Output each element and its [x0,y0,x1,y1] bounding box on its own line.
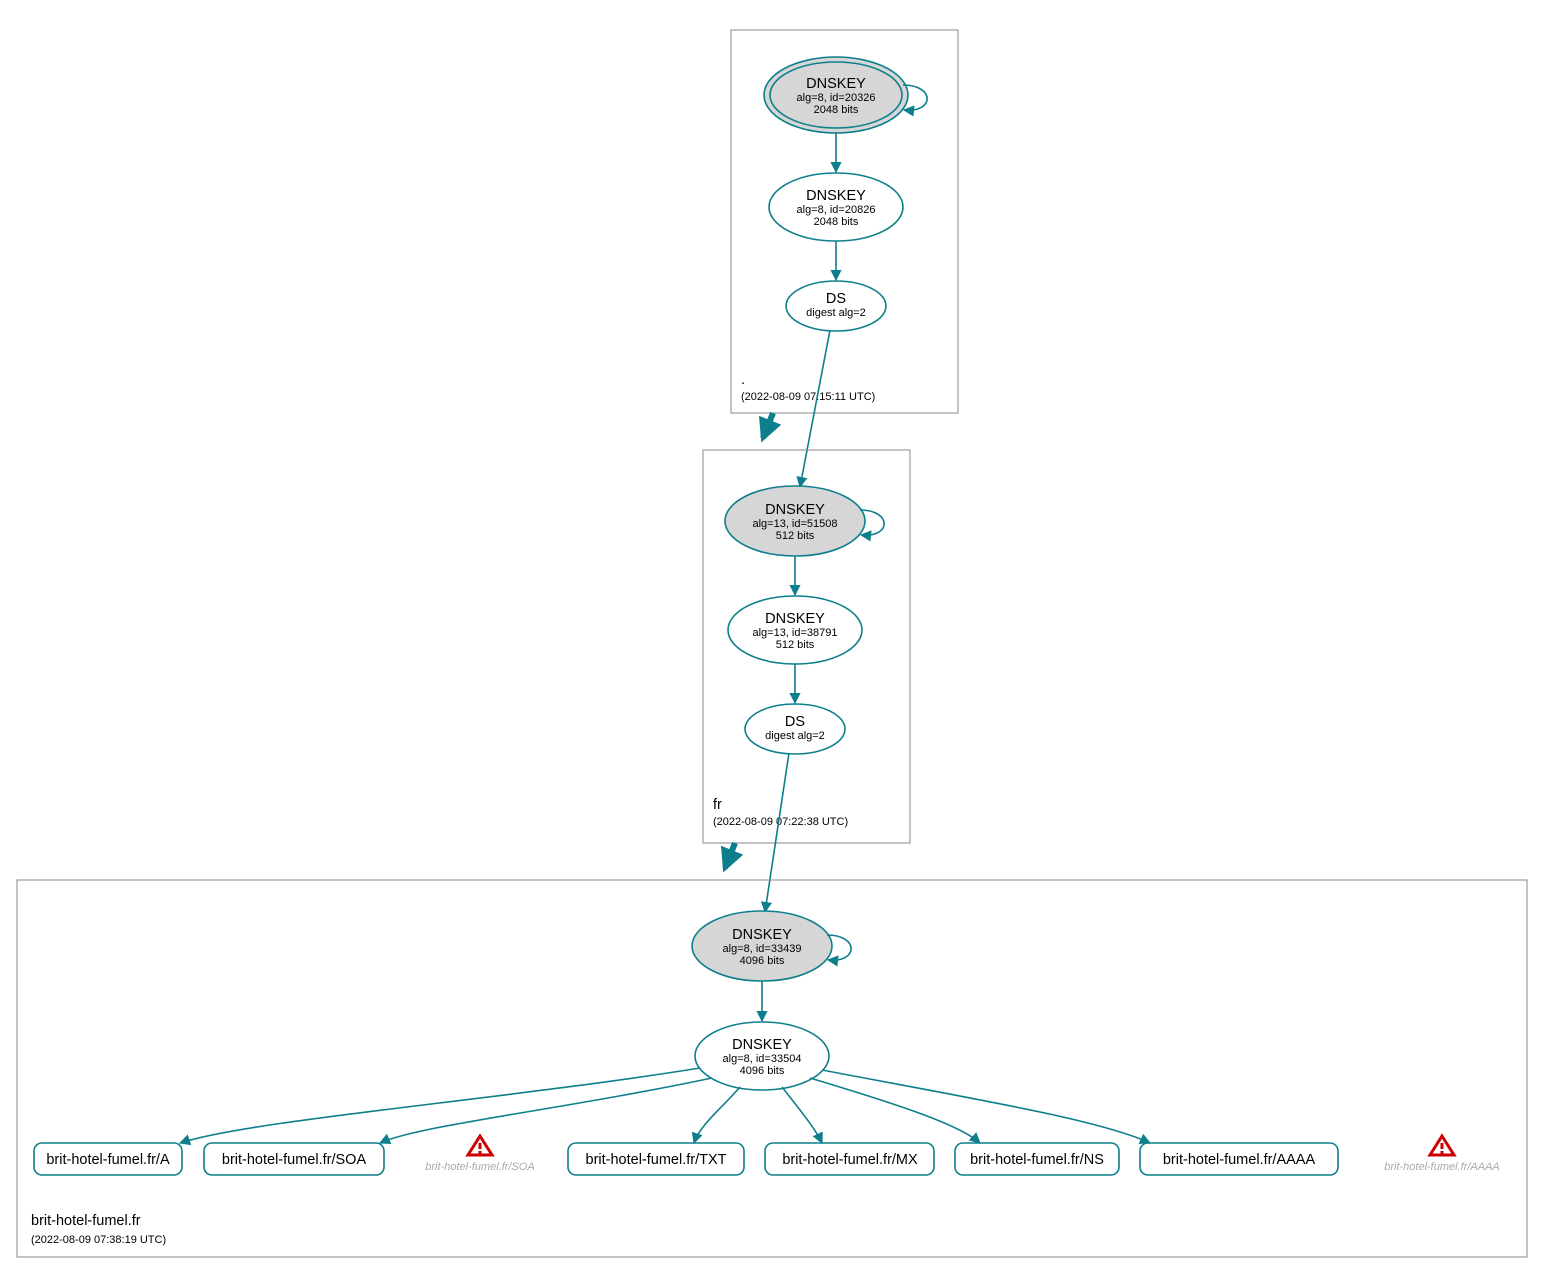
rrset-mx: brit-hotel-fumel.fr/MX [765,1143,934,1175]
node-fr-ds: DS digest alg=2 [745,704,845,754]
edge-zsk-ns [810,1078,980,1143]
dnssec-diagram: . (2022-08-09 07:15:11 UTC) DNSKEY alg=8… [0,0,1541,1278]
zone-root-label: . [741,372,745,388]
rrset-soa: brit-hotel-fumel.fr/SOA [204,1143,384,1175]
svg-text:alg=8, id=33504: alg=8, id=33504 [723,1053,802,1065]
edge-fr-ds-domain-ksk [765,753,789,912]
zone-root-timestamp: (2022-08-09 07:15:11 UTC) [741,391,875,403]
rrset-aaaa: brit-hotel-fumel.fr/AAAA [1140,1143,1338,1175]
svg-text:DS: DS [785,714,805,730]
zone-domain-label: brit-hotel-fumel.fr [31,1213,141,1229]
svg-text:(2022-08-09 07:38:19 UTC): (2022-08-09 07:38:19 UTC) [31,1234,166,1246]
svg-text:brit-hotel-fumel.fr/A: brit-hotel-fumel.fr/A [46,1152,170,1168]
edge-zone-fr-to-domain [725,843,735,868]
edge-zsk-soa [380,1078,712,1143]
node-root-dnskey-zsk: DNSKEY alg=8, id=20826 2048 bits [769,173,903,241]
svg-text:brit-hotel-fumel.fr/AAAA: brit-hotel-fumel.fr/AAAA [1384,1161,1500,1173]
svg-text:brit-hotel-fumel.fr/AAAA: brit-hotel-fumel.fr/AAAA [1163,1152,1316,1168]
svg-text:alg=13, id=38791: alg=13, id=38791 [752,627,837,639]
svg-text:brit-hotel-fumel.fr/NS: brit-hotel-fumel.fr/NS [970,1152,1104,1168]
svg-text:DNSKEY: DNSKEY [732,927,792,943]
rrset-txt: brit-hotel-fumel.fr/TXT [568,1143,744,1175]
rrset-ns: brit-hotel-fumel.fr/NS [955,1143,1119,1175]
svg-text:DNSKEY: DNSKEY [732,1037,792,1053]
svg-text:2048 bits: 2048 bits [814,216,859,228]
node-root-ds: DS digest alg=2 [786,281,886,331]
svg-text:512 bits: 512 bits [776,530,815,542]
svg-text:alg=13, id=51508: alg=13, id=51508 [752,518,837,530]
svg-text:alg=8, id=20326: alg=8, id=20326 [797,92,876,104]
zone-domain: brit-hotel-fumel.fr (2022-08-09 07:38:19… [17,880,1527,1257]
svg-text:digest alg=2: digest alg=2 [765,730,825,742]
svg-text:2048 bits: 2048 bits [814,104,859,116]
edge-zone-root-to-fr [763,413,773,438]
svg-text:DNSKEY: DNSKEY [806,188,866,204]
svg-text:brit-hotel-fumel.fr/TXT: brit-hotel-fumel.fr/TXT [586,1152,727,1168]
svg-text:DNSKEY: DNSKEY [765,611,825,627]
svg-text:brit-hotel-fumel.fr/SOA: brit-hotel-fumel.fr/SOA [425,1161,534,1173]
zone-fr: fr (2022-08-09 07:22:38 UTC) DNSKEY alg=… [703,450,910,843]
svg-text:512 bits: 512 bits [776,639,815,651]
svg-text:DNSKEY: DNSKEY [806,76,866,92]
rrset-a: brit-hotel-fumel.fr/A [34,1143,182,1175]
edge-zsk-mx [782,1087,822,1143]
edge-zsk-txt [694,1087,740,1143]
node-root-dnskey-ksk: DNSKEY alg=8, id=20326 2048 bits [764,57,908,133]
svg-text:4096 bits: 4096 bits [740,1065,785,1077]
svg-text:(2022-08-09 07:22:38 UTC): (2022-08-09 07:22:38 UTC) [713,816,848,828]
edge-zsk-aaaa [822,1070,1150,1143]
svg-text:DNSKEY: DNSKEY [765,502,825,518]
edge-zsk-a [180,1068,700,1143]
svg-text:alg=8, id=33439: alg=8, id=33439 [723,943,802,955]
svg-text:brit-hotel-fumel.fr/MX: brit-hotel-fumel.fr/MX [782,1152,918,1168]
zone-root: . (2022-08-09 07:15:11 UTC) DNSKEY alg=8… [731,30,958,413]
svg-text:alg=8, id=20826: alg=8, id=20826 [797,204,876,216]
node-fr-dnskey-ksk: DNSKEY alg=13, id=51508 512 bits [725,486,865,556]
edge-root-ds-fr-ksk [800,330,830,487]
warning-soa: brit-hotel-fumel.fr/SOA [425,1136,534,1173]
node-domain-dnskey-ksk: DNSKEY alg=8, id=33439 4096 bits [692,911,832,981]
node-fr-dnskey-zsk: DNSKEY alg=13, id=38791 512 bits [728,596,862,664]
warning-aaaa: brit-hotel-fumel.fr/AAAA [1384,1136,1500,1173]
svg-text:digest alg=2: digest alg=2 [806,307,866,319]
svg-text:DS: DS [826,291,846,307]
svg-text:4096 bits: 4096 bits [740,955,785,967]
svg-text:brit-hotel-fumel.fr/SOA: brit-hotel-fumel.fr/SOA [222,1152,367,1168]
node-domain-dnskey-zsk: DNSKEY alg=8, id=33504 4096 bits [695,1022,829,1090]
zone-fr-label: fr [713,797,722,813]
